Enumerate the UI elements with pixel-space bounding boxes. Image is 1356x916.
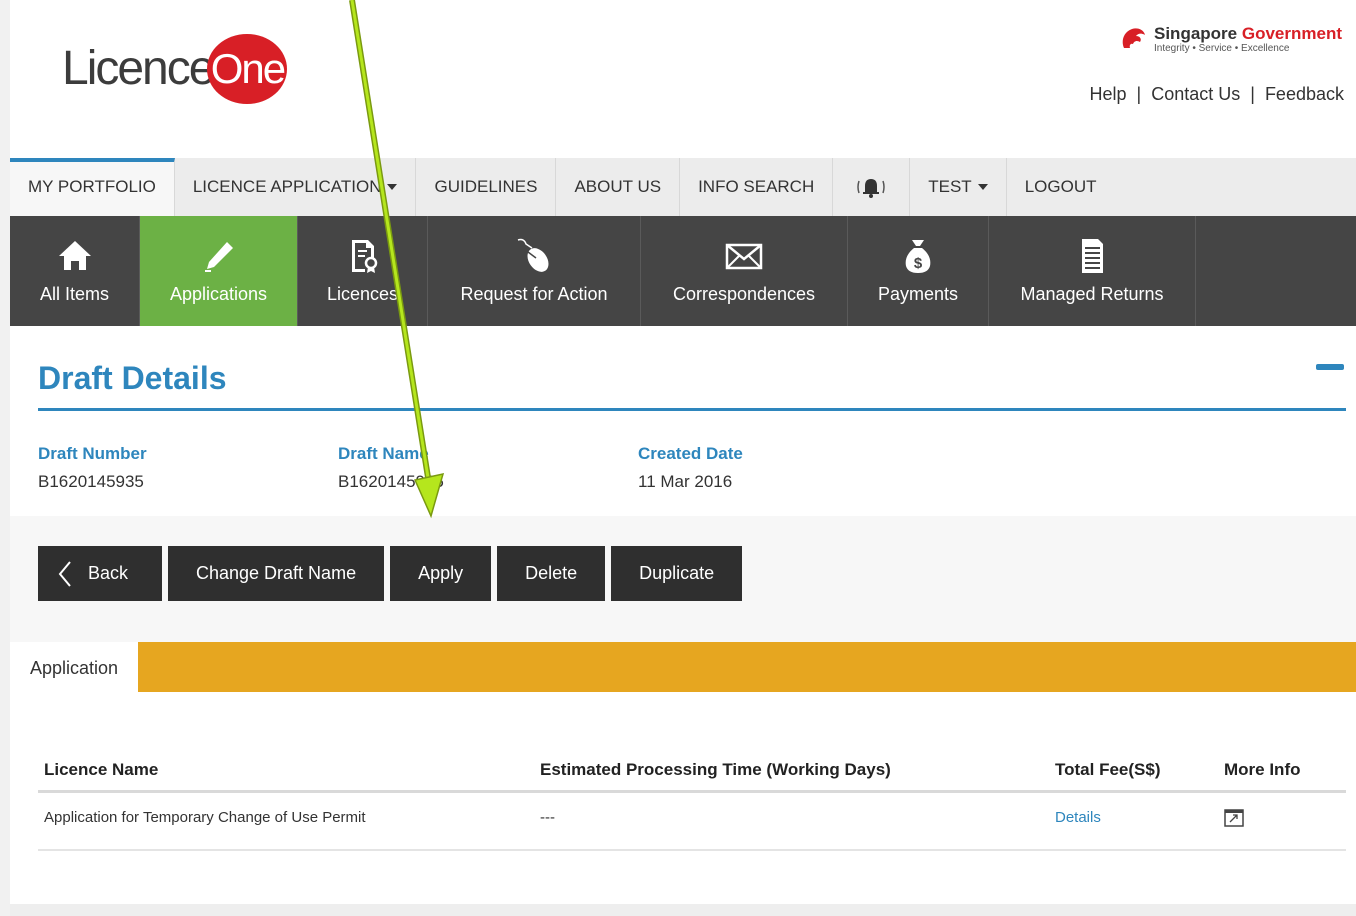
- nav-about-us[interactable]: ABOUT US: [556, 158, 681, 216]
- mouse-icon: [517, 238, 549, 272]
- lion-head-icon: [1122, 28, 1145, 48]
- tile-request-for-action[interactable]: Request for Action: [428, 216, 641, 326]
- top-navigation: MY PORTFOLIO LICENCE APPLICATION GUIDELI…: [10, 158, 1356, 216]
- col-processing-time: Estimated Processing Time (Working Days): [540, 760, 891, 779]
- page-left-edge: [0, 0, 10, 916]
- logo-text: Licence: [62, 42, 215, 95]
- top-links: Help | Contact Us | Feedback: [1089, 84, 1344, 104]
- certificate-icon: [351, 240, 377, 273]
- duplicate-button[interactable]: Duplicate: [611, 546, 743, 601]
- singapore-government-logo: Singapore Government Integrity • Service…: [1118, 24, 1342, 54]
- gov-title-part1: Singapore: [1154, 23, 1238, 43]
- col-licence-name: Licence Name: [44, 760, 159, 779]
- draft-number-value: B1620145935: [38, 472, 144, 491]
- more-info-cell[interactable]: [1224, 809, 1244, 831]
- caret-down-icon: [977, 184, 988, 190]
- envelope-icon: [725, 243, 763, 270]
- col-more-info: More Info: [1224, 760, 1301, 779]
- chevron-left-icon: [58, 560, 71, 587]
- nav-guidelines[interactable]: GUIDELINES: [416, 158, 557, 216]
- created-date-value: 11 Mar 2016: [638, 472, 733, 491]
- bell-icon: [857, 179, 885, 198]
- draft-number-label: Draft Number: [38, 444, 147, 463]
- contact-us-link[interactable]: Contact Us: [1151, 84, 1240, 104]
- processing-time-cell: ---: [540, 809, 555, 826]
- nav-notifications[interactable]: [833, 158, 911, 216]
- draft-details-title: Draft Details: [38, 360, 227, 396]
- change-draft-name-button[interactable]: Change Draft Name: [168, 546, 385, 601]
- tile-managed-returns[interactable]: Managed Returns: [989, 216, 1196, 326]
- tab-bar: [10, 642, 1356, 692]
- tile-licences[interactable]: Licences: [298, 216, 428, 326]
- draft-name-label: Draft Name: [338, 444, 429, 463]
- tile-all-items[interactable]: All Items: [10, 216, 140, 326]
- apply-button[interactable]: Apply: [390, 546, 492, 601]
- tile-payments[interactable]: $ Payments: [848, 216, 989, 326]
- draft-name-field: Draft Name B1620145935: [338, 444, 444, 492]
- action-buttons: Back Change Draft Name Apply Delete Dupl…: [38, 546, 743, 601]
- footer-strip: [10, 904, 1356, 916]
- licenceone-logo[interactable]: Licence One: [62, 34, 288, 104]
- document-icon: [1082, 239, 1103, 273]
- collapse-minus-icon[interactable]: [1316, 364, 1344, 370]
- tile-applications[interactable]: Applications: [140, 216, 298, 326]
- nav-licence-application[interactable]: LICENCE APPLICATION: [175, 158, 417, 216]
- created-date-field: Created Date 11 Mar 2016: [638, 444, 743, 492]
- delete-button[interactable]: Delete: [497, 546, 606, 601]
- table-row: Application for Temporary Change of Use …: [38, 793, 1346, 851]
- created-date-label: Created Date: [638, 444, 743, 463]
- draft-name-value: B1620145935: [338, 472, 444, 491]
- pencil-icon: [204, 242, 233, 272]
- nav-user-test[interactable]: TEST: [910, 158, 1007, 216]
- tab-application[interactable]: Application: [10, 642, 138, 694]
- feedback-link[interactable]: Feedback: [1265, 84, 1344, 104]
- icon-navigation: All Items Applications Licences Request …: [10, 216, 1356, 326]
- nav-my-portfolio[interactable]: MY PORTFOLIO: [10, 158, 175, 216]
- home-icon: [58, 241, 91, 270]
- help-link[interactable]: Help: [1089, 84, 1126, 104]
- back-button[interactable]: Back: [38, 546, 162, 601]
- logo-badge: One: [207, 34, 288, 104]
- licence-name-cell: Application for Temporary Change of Use …: [44, 809, 366, 826]
- svg-text:$: $: [914, 255, 923, 272]
- popup-icon: [1224, 809, 1244, 827]
- table-header-row: Licence Name Estimated Processing Time (…: [38, 748, 1346, 793]
- tile-correspondences[interactable]: Correspondences: [641, 216, 848, 326]
- col-total-fee: Total Fee(S$): [1055, 760, 1161, 779]
- caret-down-icon: [387, 184, 398, 190]
- draft-number-field: Draft Number B1620145935: [38, 444, 147, 492]
- nav-info-search[interactable]: INFO SEARCH: [680, 158, 834, 216]
- gov-motto: Integrity • Service • Excellence: [1154, 42, 1290, 54]
- licence-table: Licence Name Estimated Processing Time (…: [38, 748, 1346, 851]
- gov-title-part2: Government: [1241, 23, 1342, 43]
- details-link[interactable]: Details: [1055, 809, 1101, 826]
- nav-logout[interactable]: LOGOUT: [1007, 158, 1115, 216]
- title-divider: [38, 408, 1346, 411]
- money-bag-icon: $: [905, 240, 931, 273]
